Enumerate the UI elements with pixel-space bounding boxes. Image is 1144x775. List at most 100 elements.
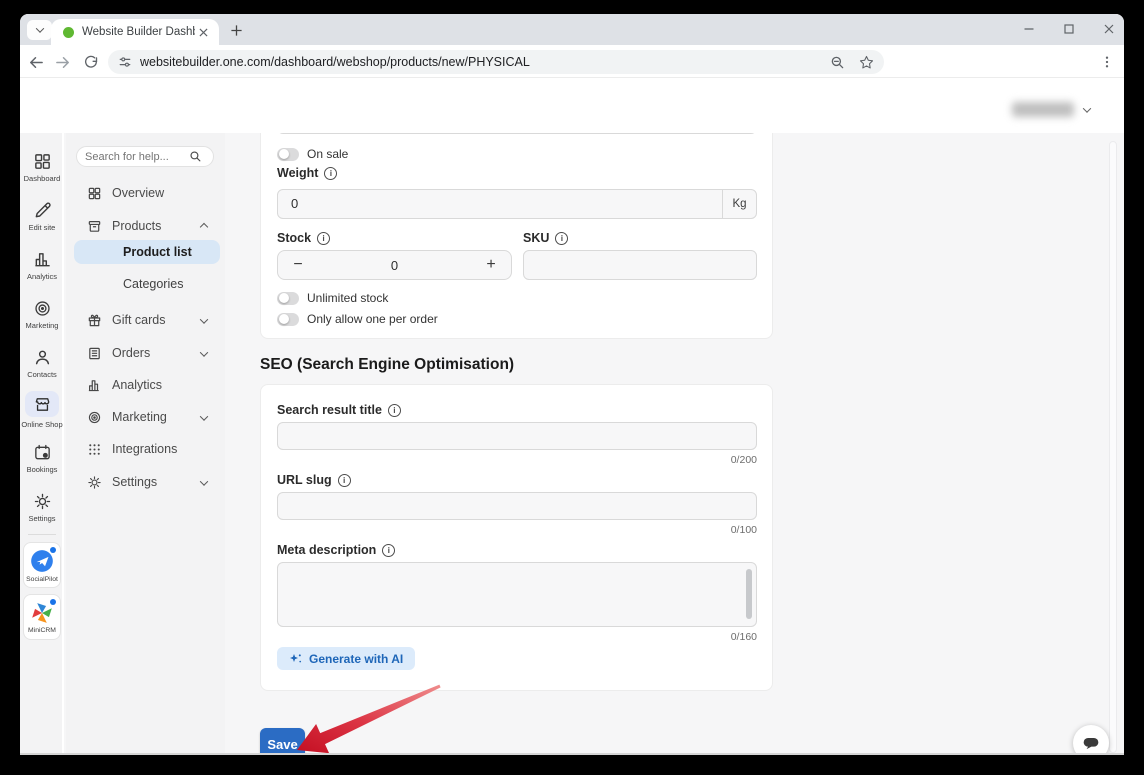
zoom-out-icon[interactable] [830, 55, 845, 70]
tab-strip: Website Builder Dashboard [20, 14, 1124, 45]
info-icon[interactable]: i [324, 167, 337, 180]
on-sale-toggle[interactable] [277, 148, 299, 161]
sidebar-item-online-shop[interactable]: Online Shop [20, 390, 64, 429]
workspace: Dashboard Edit site Analytics Marketing … [20, 133, 1124, 755]
nav-item-marketing[interactable]: Marketing [66, 407, 225, 427]
sidebar-item-edit-site[interactable]: Edit site [20, 199, 64, 232]
nav-item-integrations[interactable]: Integrations [66, 439, 225, 459]
info-icon[interactable]: i [388, 404, 401, 417]
chat-bubble-icon [1080, 732, 1102, 754]
nav-item-orders[interactable]: Orders [66, 343, 225, 363]
nav-item-product-list[interactable]: Product list [74, 240, 220, 264]
price-field-cutoff[interactable] [277, 133, 757, 134]
info-icon[interactable]: i [382, 544, 395, 557]
sidebar-item-analytics[interactable]: Analytics [20, 248, 64, 281]
chevron-down-icon [35, 24, 43, 32]
tab-title: Website Builder Dashboard [82, 26, 195, 38]
site-favicon [63, 27, 74, 38]
tab-search-button[interactable] [27, 20, 52, 40]
bookmark-star-icon[interactable] [859, 55, 874, 70]
reload-button[interactable] [80, 51, 102, 73]
generate-ai-button[interactable]: Generate with AI [277, 647, 415, 670]
bar-chart-icon [86, 378, 102, 393]
app-socialpilot[interactable]: SocialPilot [23, 542, 61, 588]
sku-input[interactable] [523, 250, 757, 280]
chevron-up-icon [200, 223, 208, 231]
stock-stepper[interactable]: − 0 + [277, 250, 512, 280]
new-tab-button[interactable] [227, 21, 245, 39]
main-content: On sale Weighti 0 Kg Stocki − 0 + [225, 133, 1124, 755]
app-header [20, 78, 1124, 133]
forward-button[interactable] [52, 51, 74, 73]
sidebar-item-settings[interactable]: Settings [20, 490, 64, 523]
meta-description-label: Meta descriptioni [277, 543, 395, 557]
weight-input[interactable]: 0 Kg [277, 189, 757, 219]
save-button[interactable]: Save [260, 728, 305, 755]
icon-sidebar: Dashboard Edit site Analytics Marketing … [20, 133, 64, 755]
site-info-icon[interactable] [118, 55, 132, 69]
textarea-scrollbar[interactable] [746, 569, 752, 619]
stock-label: Stocki [277, 231, 330, 245]
nav-item-analytics[interactable]: Analytics [66, 375, 225, 395]
nav-item-products[interactable]: Products [66, 216, 225, 236]
app-minicrm[interactable]: MiniCRM [23, 594, 61, 640]
sidebar-item-bookings[interactable]: Bookings [20, 441, 64, 474]
active-item-highlight [25, 391, 59, 417]
sidebar-item-contacts[interactable]: Contacts [20, 346, 64, 379]
nav-item-overview[interactable]: Overview [66, 183, 225, 203]
seo-card: Search result titlei 0/200 URL slugi 0/1… [260, 384, 773, 691]
minicrm-icon [30, 601, 54, 625]
chat-widget-button[interactable] [1073, 725, 1109, 755]
notification-dot [50, 599, 56, 605]
target-icon [20, 297, 64, 319]
info-icon[interactable]: i [317, 232, 330, 245]
nav-item-settings[interactable]: Settings [66, 472, 225, 492]
info-icon[interactable]: i [555, 232, 568, 245]
bar-chart-icon [20, 248, 64, 270]
browser-menu-icon[interactable] [1096, 51, 1118, 73]
calendar-icon [20, 441, 64, 463]
unlimited-stock-toggle-row[interactable]: Unlimited stock [277, 291, 388, 305]
chevron-down-icon [200, 412, 208, 420]
chevron-down-icon [200, 348, 208, 356]
secondary-sidebar: Overview Products Product list Categorie… [66, 133, 225, 755]
search-icon [189, 150, 202, 163]
chevron-down-icon [200, 477, 208, 485]
tab-close-icon[interactable] [195, 24, 211, 40]
window-maximize-button[interactable] [1062, 22, 1076, 36]
dots-grid-icon [86, 442, 102, 457]
search-result-title-input[interactable] [277, 422, 757, 450]
account-menu[interactable] [1012, 102, 1090, 117]
stock-increase-button[interactable]: + [471, 251, 511, 279]
one-per-order-toggle[interactable] [277, 313, 299, 326]
page-scrollbar[interactable] [1109, 141, 1117, 753]
sidebar-item-dashboard[interactable]: Dashboard [20, 150, 64, 183]
one-per-order-toggle-row[interactable]: Only allow one per order [277, 312, 438, 326]
gear-icon [86, 475, 102, 490]
product-box-icon [86, 219, 102, 234]
sidebar-divider [28, 534, 56, 535]
meta-description-textarea[interactable] [277, 562, 757, 627]
sidebar-item-marketing[interactable]: Marketing [20, 297, 64, 330]
on-sale-toggle-row[interactable]: On sale [277, 147, 348, 161]
back-button[interactable] [24, 51, 46, 73]
url-bar[interactable]: websitebuilder.one.com/dashboard/webshop… [108, 50, 884, 74]
window-close-button[interactable] [1102, 22, 1116, 36]
nav-item-categories[interactable]: Categories [74, 272, 220, 296]
nav-item-gift-cards[interactable]: Gift cards [66, 310, 225, 330]
url-slug-counter: 0/100 [277, 524, 757, 536]
notification-dot [50, 547, 56, 553]
edit-pen-icon [20, 199, 64, 221]
unlimited-stock-toggle[interactable] [277, 292, 299, 305]
info-icon[interactable]: i [338, 474, 351, 487]
help-search[interactable] [76, 146, 214, 167]
window-minimize-button[interactable] [1022, 22, 1036, 36]
overview-grid-icon [86, 186, 102, 201]
account-name-blurred [1012, 102, 1074, 117]
weight-unit: Kg [722, 190, 756, 218]
browser-tab[interactable]: Website Builder Dashboard [51, 19, 219, 45]
storefront-icon [33, 395, 52, 414]
url-slug-input[interactable] [277, 492, 757, 520]
help-search-input[interactable] [85, 151, 189, 163]
target-icon [86, 410, 102, 425]
